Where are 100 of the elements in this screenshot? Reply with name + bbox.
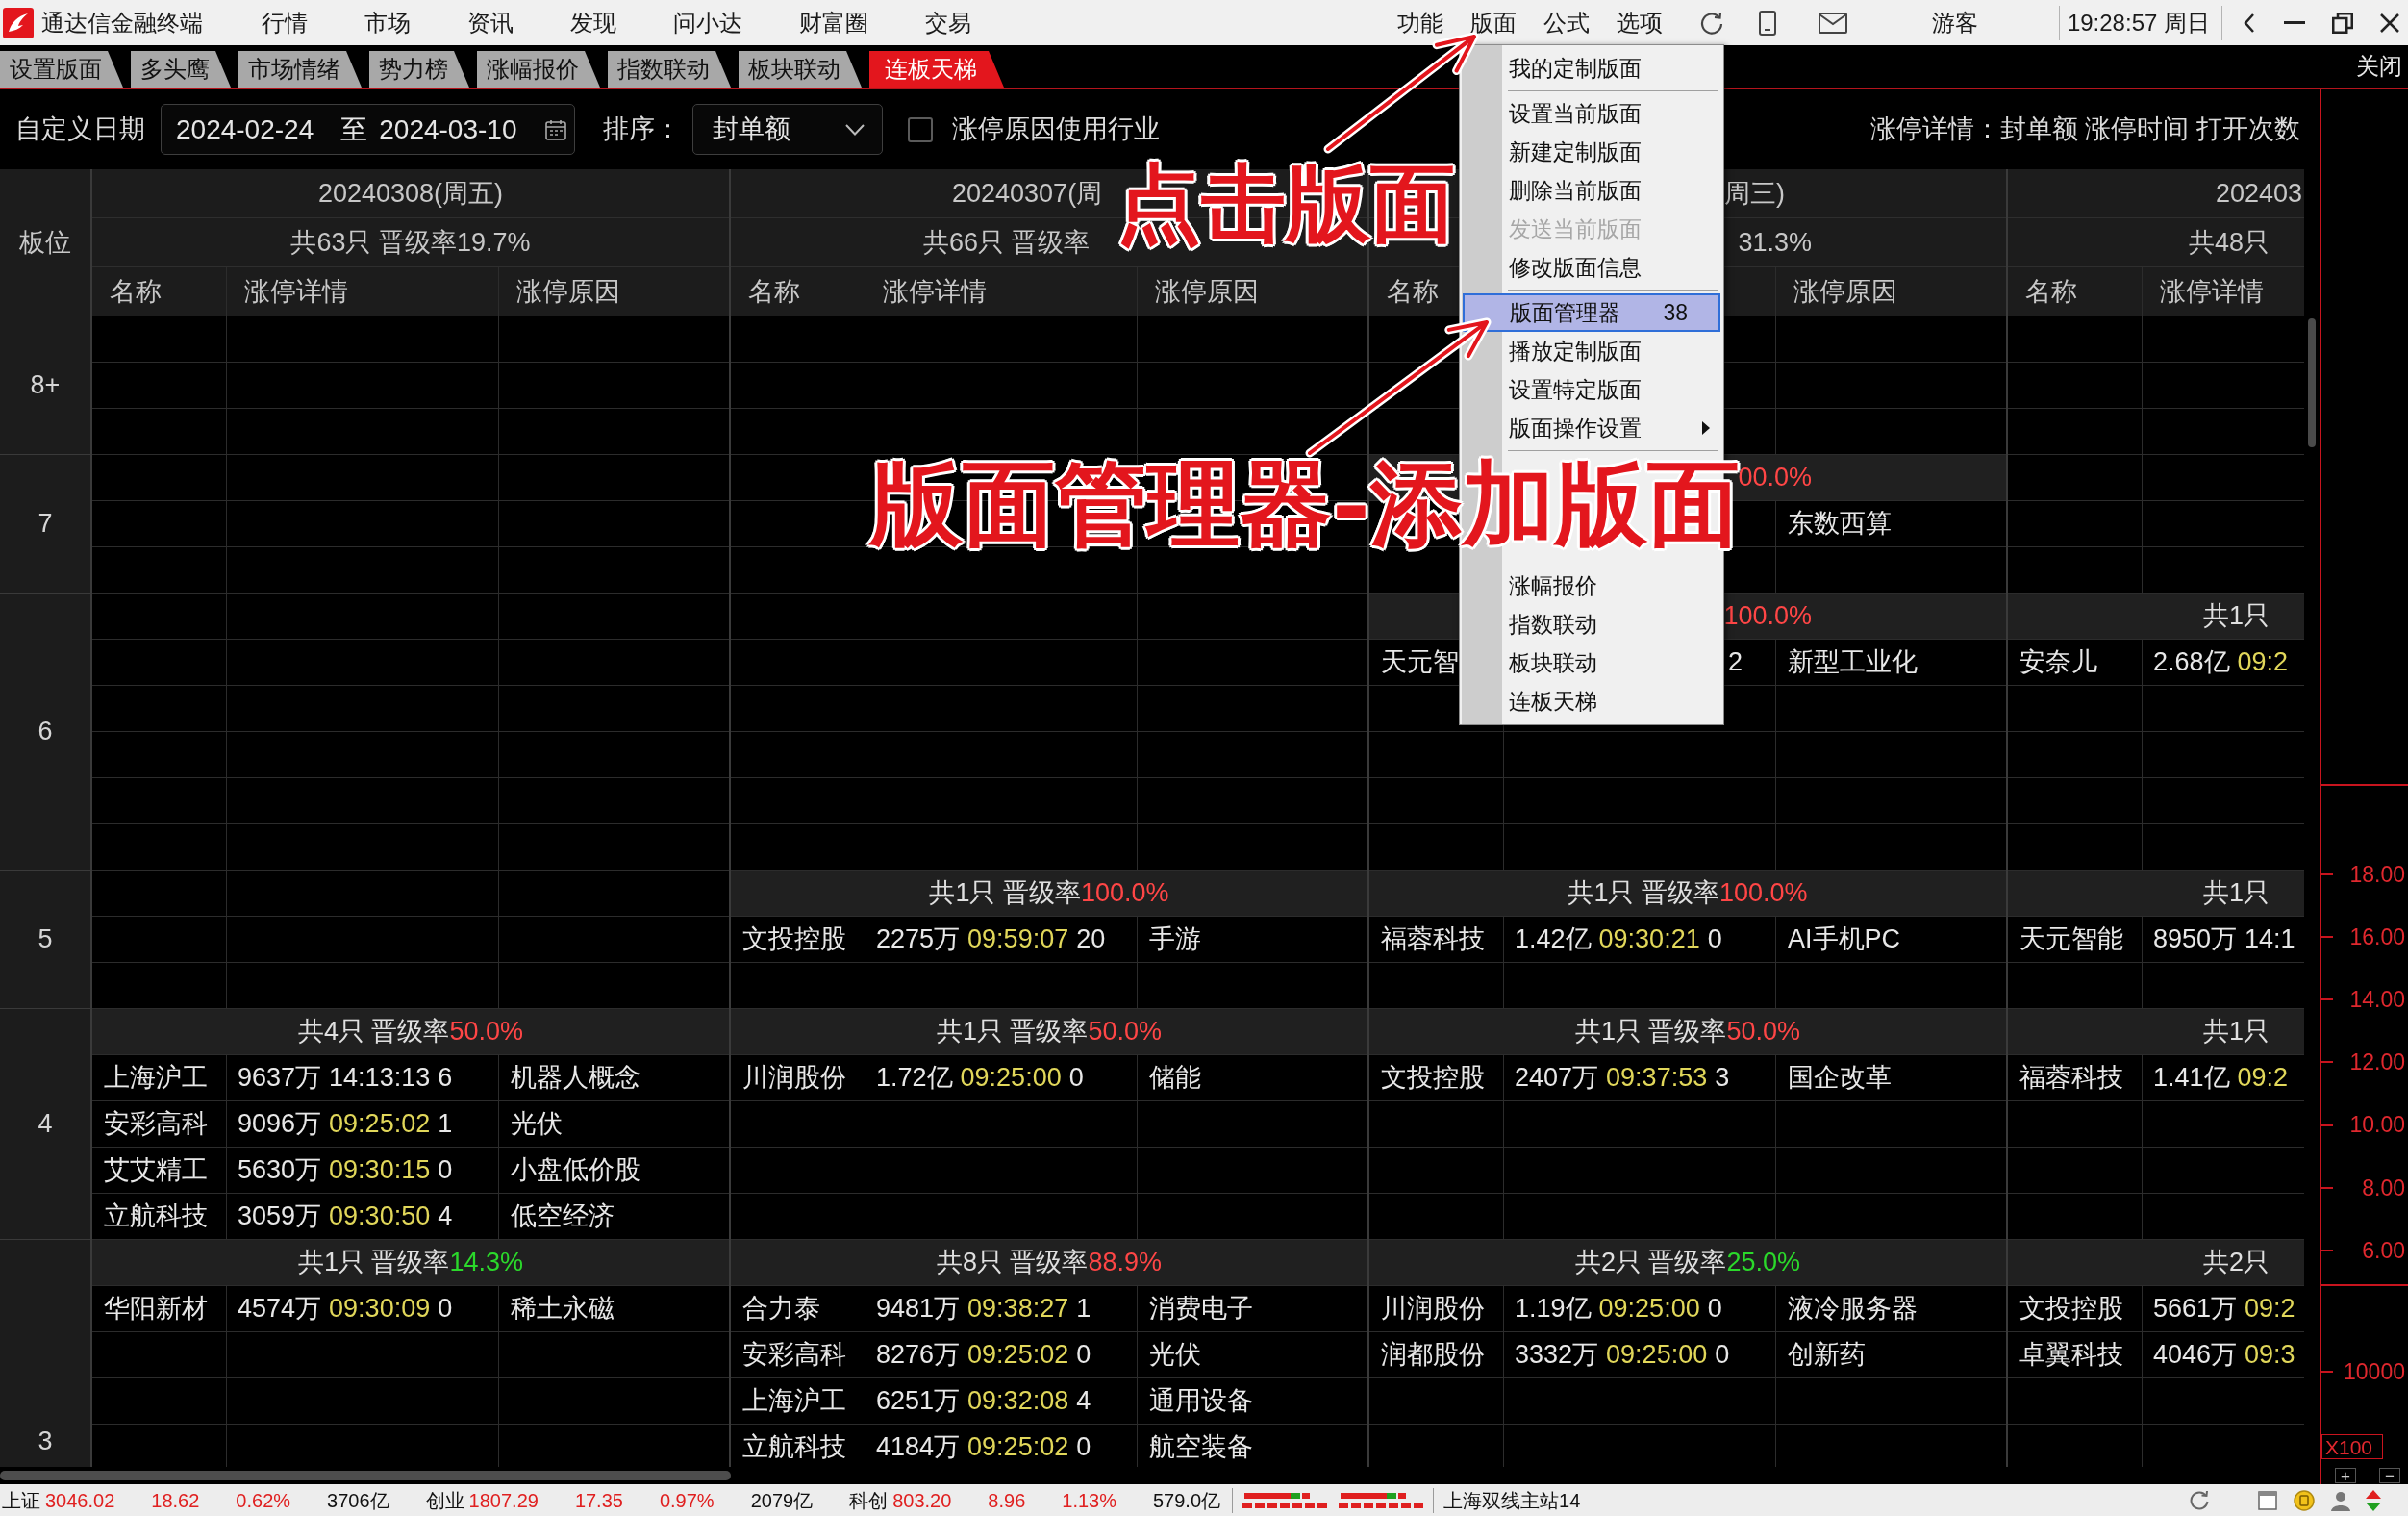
menu-item[interactable]: 删除当前版面 xyxy=(1460,171,1723,210)
level-label: 3 xyxy=(38,1425,53,1457)
menu-item[interactable]: 播放定制版面 xyxy=(1460,332,1723,370)
sort-dropdown[interactable]: 封单额 xyxy=(692,104,883,155)
chevron-left-icon[interactable] xyxy=(2244,12,2255,34)
index-change: 8.96 xyxy=(988,1488,1026,1513)
coin-icon[interactable] xyxy=(2294,1489,2315,1511)
price-axis-label: 18.00 xyxy=(2349,860,2406,889)
tab[interactable]: 市场情绪 xyxy=(238,51,362,88)
person-icon[interactable] xyxy=(2330,1489,2351,1511)
stock-name: 文投控股 xyxy=(1380,1062,1485,1095)
promotion-summary: 共1只 晋级率100.0% xyxy=(1568,877,1808,910)
menu-bar-item[interactable]: 财富圈 xyxy=(799,5,868,40)
menu-bar-item[interactable]: 资讯 xyxy=(467,5,514,40)
stock-name: 卓翼科技 xyxy=(2019,1339,2123,1372)
column-heading: 名称 xyxy=(747,275,800,308)
tab[interactable]: 势力榜 xyxy=(369,51,469,88)
column-heading: 名称 xyxy=(2024,275,2077,308)
day-summary: 共63只 晋级率19.7% xyxy=(290,226,531,259)
index-name: 科创 xyxy=(849,1488,889,1513)
tab[interactable]: 板块联动 xyxy=(739,51,862,88)
menu-item[interactable]: 指数联动 xyxy=(1460,605,1723,644)
limit-up-reason: 航空装备 xyxy=(1148,1431,1253,1464)
promotion-summary: 共1只 晋级率50.0% xyxy=(1574,1016,1801,1049)
window-icon[interactable] xyxy=(2258,1490,2277,1510)
menu-item[interactable]: 设置当前版面 xyxy=(1460,94,1723,133)
stock-name: 川润股份 xyxy=(741,1062,846,1095)
limit-up-detail: 3059万 09:30:50 4 xyxy=(238,1200,453,1233)
level-label: 7 xyxy=(38,508,53,541)
close-panel-button[interactable]: 关闭 xyxy=(2356,49,2402,84)
menu-item[interactable]: 新建定制版面 xyxy=(1460,133,1723,171)
index-change: 18.62 xyxy=(151,1488,200,1513)
limit-up-detail: 2.68亿 09:2 xyxy=(2153,646,2289,679)
index-change-percent: 1.13% xyxy=(1062,1488,1116,1513)
date-range-field[interactable]: 2024-02-24 至 2024-03-10 xyxy=(161,104,575,155)
index-turnover: 2079亿 xyxy=(750,1488,814,1513)
menu-bar-item[interactable]: 问小达 xyxy=(673,5,742,40)
envelope-icon[interactable] xyxy=(1818,12,1847,34)
menu-bar-item[interactable]: 功能 xyxy=(1396,5,1443,40)
promotion-summary: 共8只 晋级率88.9% xyxy=(936,1247,1163,1279)
promotion-summary: 共1只 xyxy=(2202,600,2270,633)
scrollbar-thumb[interactable] xyxy=(2308,318,2316,447)
price-axis-label: 12.00 xyxy=(2349,1049,2406,1077)
limit-up-reason: 东数西算 xyxy=(1787,508,1892,541)
promotion-summary: 共1只 晋级率14.3% xyxy=(297,1247,524,1279)
menu-item[interactable]: 修改版面信息 xyxy=(1460,248,1723,287)
submenu-arrow-icon xyxy=(1702,421,1710,435)
limit-up-reason: 光伏 xyxy=(510,1108,563,1141)
stock-name: 立航科技 xyxy=(741,1431,846,1464)
menu-bar-item[interactable]: 公式 xyxy=(1543,5,1590,40)
index-turnover: 3706亿 xyxy=(327,1488,389,1513)
column-heading: 名称 xyxy=(109,275,162,308)
zoom-out-button[interactable]: − xyxy=(2379,1468,2400,1483)
sort-label: 排序： xyxy=(603,114,681,146)
stock-name: 立航科技 xyxy=(103,1200,208,1233)
menu-item[interactable]: 我的定制版面 xyxy=(1460,49,1723,88)
close-icon[interactable] xyxy=(2380,13,2399,33)
index-value: 3046.02 xyxy=(45,1488,115,1513)
limit-up-detail: 2275万 09:59:07 20 xyxy=(876,923,1106,956)
refresh-icon[interactable] xyxy=(2189,1489,2210,1511)
limit-up-detail: 6251万 09:32:08 4 xyxy=(876,1385,1091,1418)
scrollbar-thumb[interactable] xyxy=(0,1471,731,1480)
menu-bar-item[interactable]: 发现 xyxy=(570,5,616,40)
detail-legend: 涨停详情：封单额 涨停时间 打开次数 xyxy=(1870,110,2300,149)
up-down-arrows-icon[interactable] xyxy=(2365,1489,2382,1511)
menu-item[interactable]: 版面管理器 38 xyxy=(1463,293,1720,332)
checkbox[interactable] xyxy=(908,116,933,142)
date-range-label: 自定义日期 xyxy=(15,114,145,146)
menu-bar-item[interactable]: 版面 xyxy=(1469,5,1517,40)
limit-up-reason: 低空经济 xyxy=(510,1200,615,1233)
menu-item[interactable]: 板块联动 xyxy=(1460,644,1723,682)
day-summary: 共48只 xyxy=(2188,226,2270,259)
tab[interactable]: 涨幅报价 xyxy=(477,51,600,88)
limit-up-detail: 4574万 09:30:09 0 xyxy=(238,1293,453,1326)
menu-bar-item[interactable]: 选项 xyxy=(1616,5,1663,40)
date-heading: 周三) xyxy=(1724,177,1785,210)
menu-bar-item[interactable]: 行情 xyxy=(262,5,308,40)
limit-up-reason: 创新药 xyxy=(1787,1339,1866,1372)
menu-bar-item[interactable]: 交易 xyxy=(925,5,971,40)
limit-up-reason: 国企改革 xyxy=(1787,1062,1892,1095)
stock-name: 福蓉科技 xyxy=(2019,1062,2123,1095)
mobile-phone-icon[interactable] xyxy=(1758,10,1776,36)
tab[interactable]: 指数联动 xyxy=(608,51,731,88)
menu-item[interactable]: 设置特定版面 xyxy=(1460,370,1723,409)
calendar-icon[interactable] xyxy=(545,118,566,140)
stock-name: 川润股份 xyxy=(1380,1293,1485,1326)
promotion-summary: 共1只 xyxy=(2202,1016,2270,1049)
zoom-in-button[interactable]: + xyxy=(2335,1468,2356,1483)
index-turnover: 579.0亿 xyxy=(1153,1488,1221,1513)
menu-item[interactable]: 连板天梯 xyxy=(1460,682,1723,720)
menu-item[interactable]: 涨幅报价 xyxy=(1460,567,1723,605)
menu-item[interactable]: 版面操作设置 xyxy=(1460,409,1723,447)
tab[interactable]: 多头鹰 xyxy=(131,51,231,88)
menu-bar-item[interactable]: 市场 xyxy=(364,5,411,40)
index-value: 803.20 xyxy=(892,1488,952,1513)
refresh-icon[interactable] xyxy=(1698,10,1724,36)
restore-icon[interactable] xyxy=(2332,12,2353,34)
tab[interactable]: 设置版面 xyxy=(0,51,123,88)
server-name: 上海双线主站14 xyxy=(1443,1488,1581,1513)
tab[interactable]: 连板天梯 xyxy=(869,51,1004,88)
